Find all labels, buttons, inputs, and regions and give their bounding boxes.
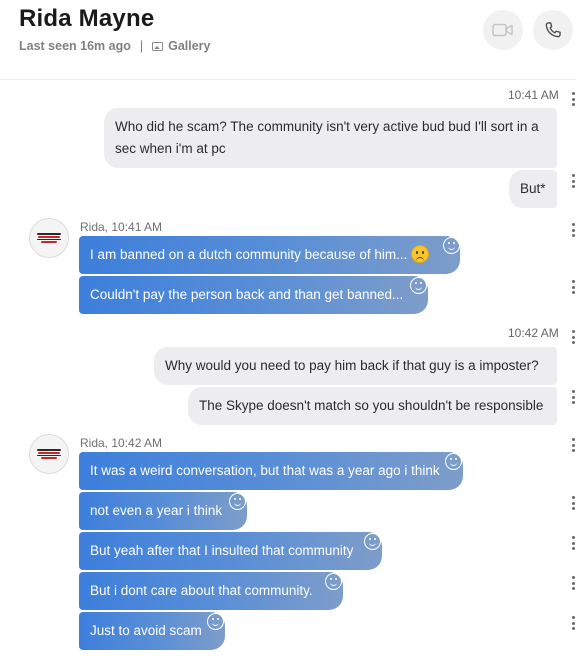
chat-header: Rida Mayne Last seen 16m ago | Gallery bbox=[0, 0, 576, 80]
incoming-message[interactable]: It was a weird conversation, but that wa… bbox=[79, 452, 463, 490]
incoming-message[interactable]: Just to avoid scam bbox=[79, 612, 225, 650]
sender-name-time: Rida, 10:42 AM bbox=[80, 436, 163, 450]
incoming-message[interactable]: But i dont care about that community. bbox=[79, 572, 343, 610]
add-reaction-icon[interactable] bbox=[410, 277, 427, 294]
incoming-message[interactable]: not even a year i think bbox=[79, 492, 247, 530]
message-options-icon[interactable] bbox=[571, 616, 575, 630]
message-options-icon[interactable] bbox=[571, 280, 575, 294]
avatar[interactable] bbox=[29, 218, 69, 258]
sender-name-time: Rida, 10:41 AM bbox=[80, 220, 163, 234]
phone-icon bbox=[545, 22, 561, 38]
gallery-link[interactable]: Gallery bbox=[168, 39, 210, 53]
audio-call-button[interactable] bbox=[533, 10, 573, 50]
message-options-icon[interactable] bbox=[571, 390, 575, 404]
incoming-message[interactable]: Couldn't pay the person back and than ge… bbox=[79, 276, 428, 314]
video-camera-icon bbox=[492, 23, 513, 37]
add-reaction-icon[interactable] bbox=[445, 453, 462, 470]
outgoing-message[interactable]: But* bbox=[509, 170, 557, 208]
avatar[interactable] bbox=[29, 434, 69, 474]
gallery-icon[interactable] bbox=[152, 41, 164, 51]
contact-status-line: Last seen 16m ago | Gallery bbox=[19, 39, 211, 53]
add-reaction-icon[interactable] bbox=[325, 573, 342, 590]
message-options-icon[interactable] bbox=[571, 496, 575, 510]
outgoing-message[interactable]: The Skype doesn't match so you shouldn't… bbox=[188, 387, 557, 425]
add-reaction-icon[interactable] bbox=[229, 493, 246, 510]
message-options-icon[interactable] bbox=[571, 174, 575, 188]
message-options-icon[interactable] bbox=[571, 223, 575, 237]
message-options-icon[interactable] bbox=[571, 92, 575, 106]
incoming-message[interactable]: But yeah after that I insulted that comm… bbox=[79, 532, 382, 570]
message-options-icon[interactable] bbox=[571, 438, 575, 452]
message-text: I am banned on a dutch community because… bbox=[90, 247, 408, 262]
message-options-icon[interactable] bbox=[571, 536, 575, 550]
message-options-icon[interactable] bbox=[571, 330, 575, 344]
separator: | bbox=[139, 39, 144, 53]
incoming-message[interactable]: I am banned on a dutch community because… bbox=[79, 236, 460, 274]
message-timestamp: 10:41 AM bbox=[508, 88, 559, 102]
add-reaction-icon[interactable] bbox=[443, 237, 460, 254]
last-seen-status: Last seen 16m ago bbox=[19, 39, 131, 53]
message-timestamp: 10:42 AM bbox=[508, 326, 559, 340]
outgoing-message[interactable]: Why would you need to pay him back if th… bbox=[154, 347, 557, 385]
add-reaction-icon[interactable] bbox=[207, 613, 224, 630]
outgoing-message[interactable]: Who did he scam? The community isn't ver… bbox=[104, 108, 557, 168]
message-options-icon[interactable] bbox=[571, 576, 575, 590]
contact-name[interactable]: Rida Mayne bbox=[19, 5, 154, 33]
add-reaction-icon[interactable] bbox=[364, 533, 381, 550]
video-call-button[interactable] bbox=[483, 10, 523, 50]
frowning-face-emoji-icon bbox=[411, 245, 430, 263]
